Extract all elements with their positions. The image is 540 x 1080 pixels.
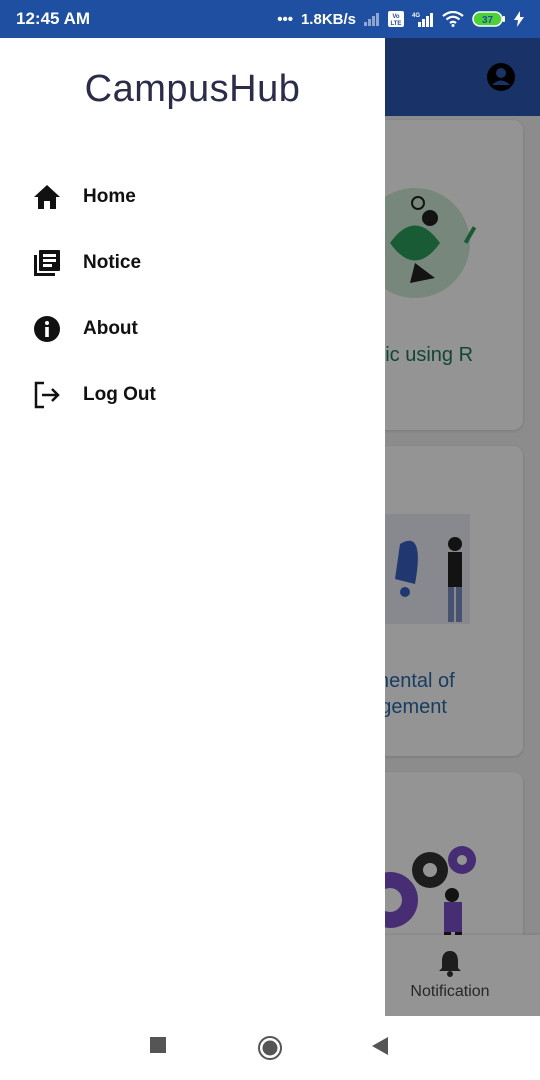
recents-button[interactable]	[149, 1036, 167, 1059]
svg-text:Vo: Vo	[392, 14, 400, 20]
drawer-item-label: Home	[83, 186, 136, 207]
home-button[interactable]	[257, 1035, 283, 1066]
battery-icon: 37	[472, 11, 506, 27]
drawer-item-label: Notice	[83, 252, 142, 273]
wifi-icon	[442, 11, 464, 27]
signal-icon	[364, 12, 380, 26]
system-navigation-bar	[0, 1016, 540, 1080]
drawer-item-notice[interactable]: Notice	[0, 230, 385, 296]
status-dots: •••	[277, 10, 293, 28]
info-icon	[32, 314, 62, 344]
triangle-back-icon	[372, 1037, 388, 1055]
battery-level: 37	[482, 15, 494, 26]
square-icon	[150, 1037, 166, 1053]
back-button[interactable]	[371, 1036, 389, 1061]
app-title: CampusHub	[84, 68, 301, 110]
volte-icon: Vo LTE	[388, 11, 404, 27]
drawer-menu: Home Notice About Log Out	[0, 164, 385, 428]
drawer-item-about[interactable]: About	[0, 296, 385, 362]
circle-icon	[258, 1036, 282, 1060]
status-bar: 12:45 AM ••• 1.8KB/s Vo LTE 4G 37	[0, 0, 540, 38]
home-icon	[32, 182, 62, 212]
notice-icon	[32, 248, 62, 278]
drawer-item-label: About	[83, 318, 138, 339]
navigation-drawer: CampusHub Home Notice About Log Out	[0, 38, 385, 1016]
svg-text:LTE: LTE	[391, 21, 402, 27]
network-speed: 1.8KB/s	[300, 10, 356, 28]
charging-icon	[514, 11, 524, 27]
svg-text:4G: 4G	[412, 13, 420, 19]
status-time: 12:45 AM	[16, 9, 91, 28]
drawer-item-logout[interactable]: Log Out	[0, 362, 385, 428]
4g-signal-icon: 4G	[412, 11, 434, 27]
logout-icon	[32, 380, 62, 410]
drawer-item-home[interactable]: Home	[0, 164, 385, 230]
drawer-item-label: Log Out	[83, 384, 156, 405]
status-indicators: ••• 1.8KB/s Vo LTE 4G 37	[277, 11, 524, 28]
